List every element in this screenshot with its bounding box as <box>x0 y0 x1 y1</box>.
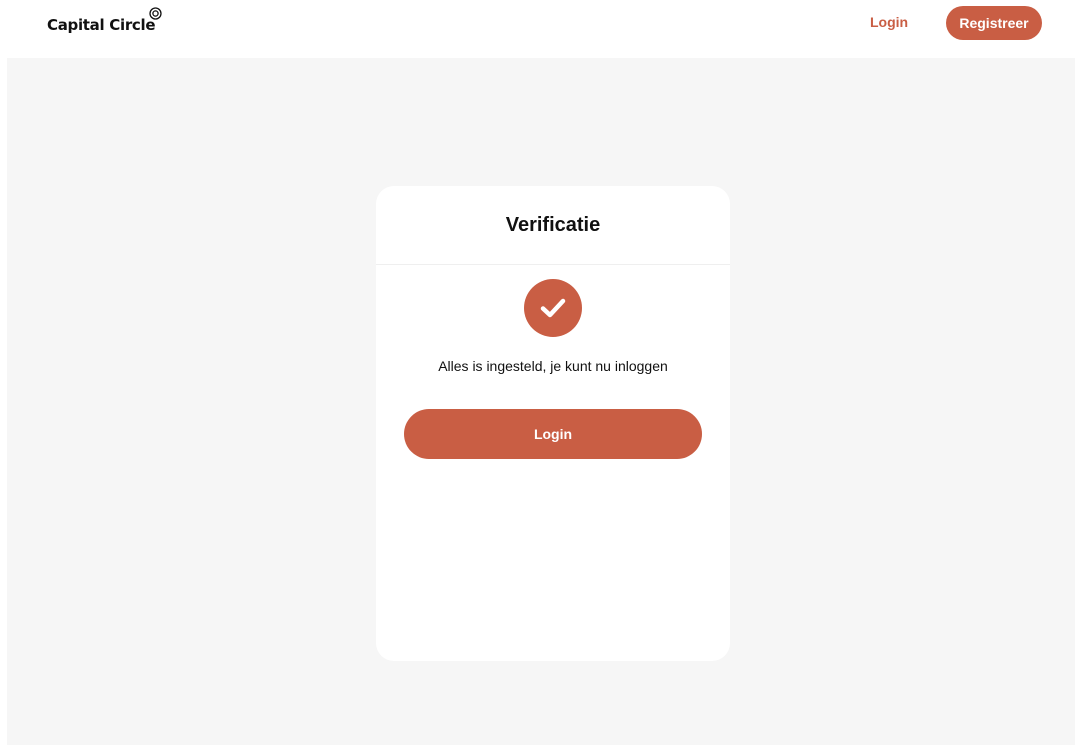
brand-logo[interactable]: Capital Circle <box>47 16 156 34</box>
verification-card: Verificatie Alles is ingesteld, je kunt … <box>376 186 730 661</box>
copyright-circle-icon <box>149 7 162 20</box>
card-header: Verificatie <box>376 186 730 264</box>
header-login-link[interactable]: Login <box>870 14 908 32</box>
register-button[interactable]: Registreer <box>946 6 1042 40</box>
success-badge <box>524 279 582 337</box>
top-header: Capital Circle Login Registreer <box>0 0 1075 58</box>
login-button[interactable]: Login <box>404 409 702 459</box>
check-icon <box>540 298 566 318</box>
status-message: Alles is ingesteld, je kunt nu inloggen <box>438 358 668 374</box>
page-title: Verificatie <box>505 213 601 236</box>
card-divider <box>376 264 730 265</box>
